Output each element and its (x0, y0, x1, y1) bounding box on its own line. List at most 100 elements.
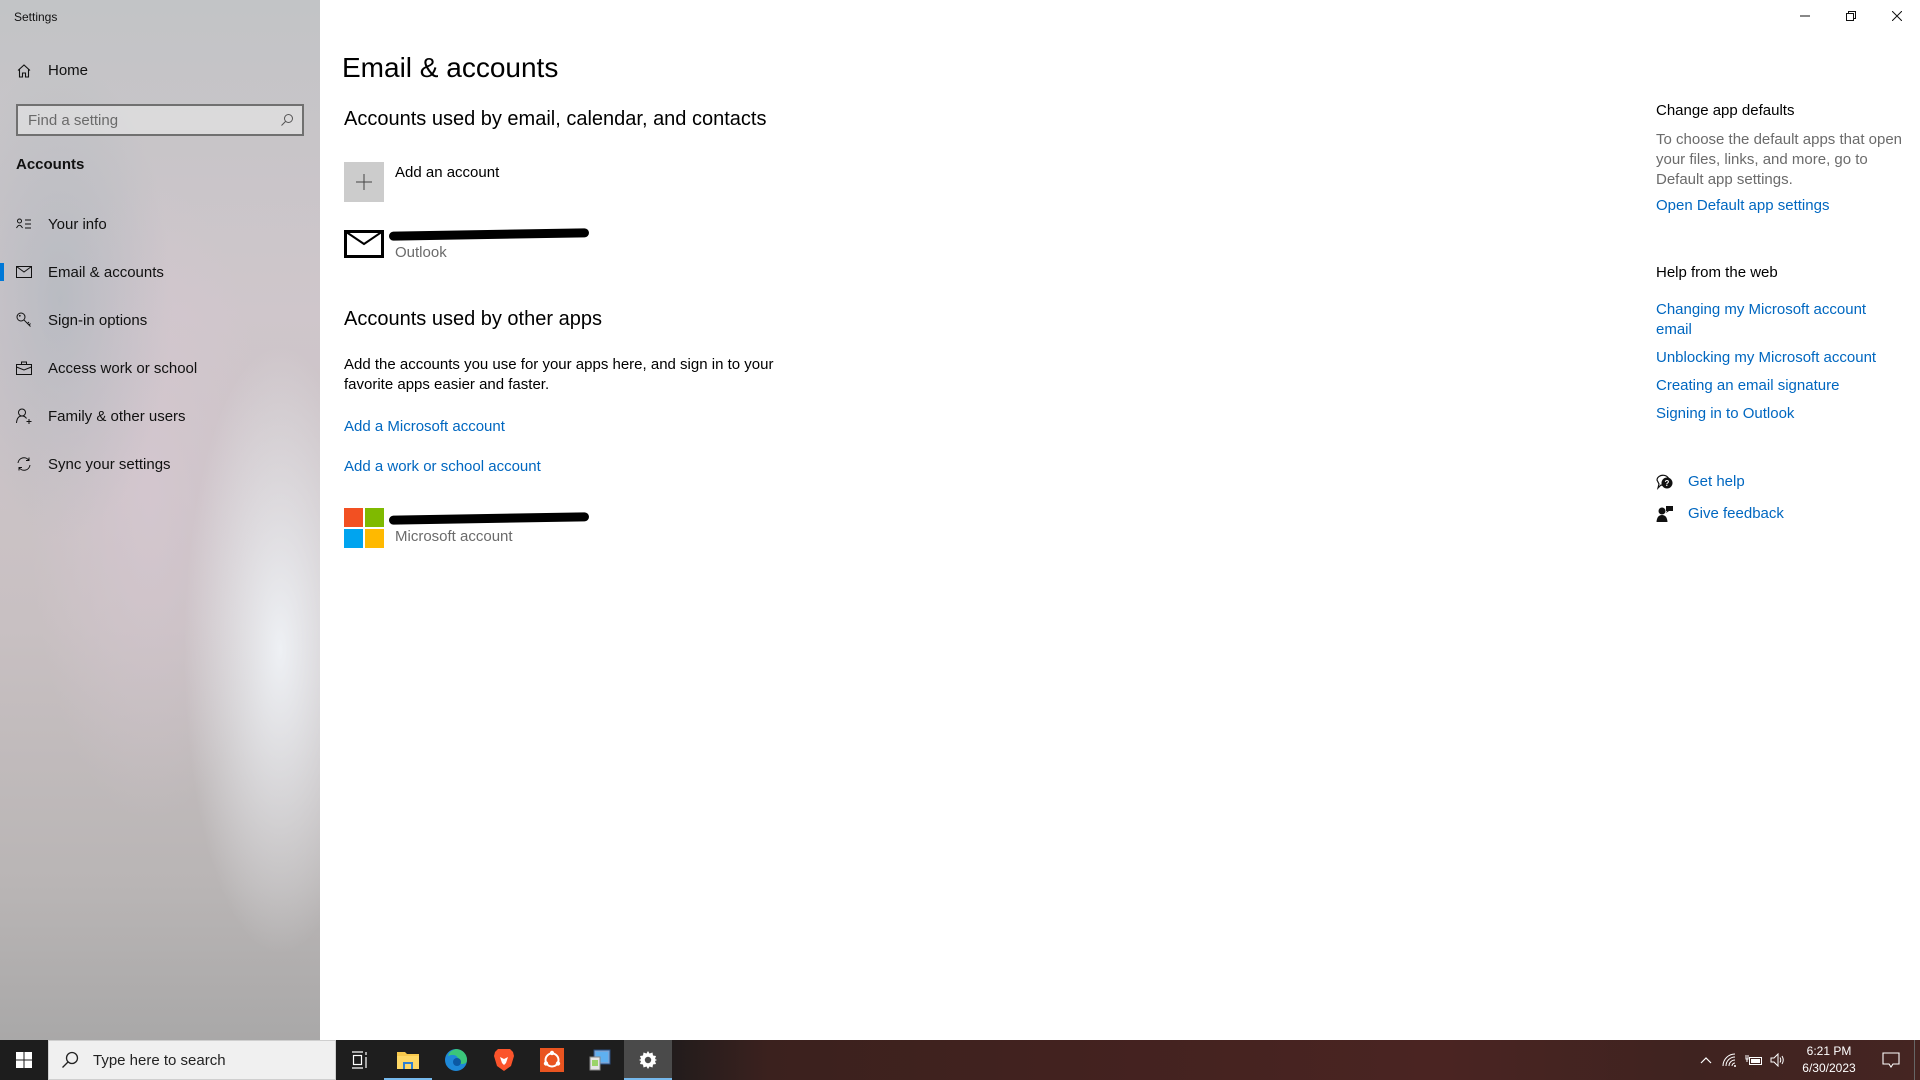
get-help-link[interactable]: Get help (1688, 472, 1920, 492)
get-help-icon: ? (1656, 473, 1674, 491)
add-account-button[interactable]: Add an account (344, 162, 499, 202)
other-apps-description: Add the accounts you use for your apps h… (344, 356, 774, 393)
account-type: Outlook (395, 244, 447, 261)
sidebar-item-family-other-users[interactable]: Family & other users (0, 392, 320, 440)
brave-button[interactable] (480, 1040, 528, 1080)
task-view-icon (352, 1051, 367, 1069)
mail-icon (344, 224, 384, 264)
sidebar-item-label: Your info (48, 215, 107, 233)
account-name-redacted (388, 224, 590, 244)
key-icon (16, 312, 32, 328)
taskbar: 6:21 PM 6/30/2023 (0, 1040, 1920, 1080)
control-panel-icon (589, 1049, 611, 1071)
sidebar-nav: Your info Email & accounts Sign-in optio… (0, 200, 320, 488)
action-center-button[interactable] (1868, 1040, 1914, 1080)
show-hidden-icons-button[interactable] (1694, 1040, 1718, 1080)
volume-button[interactable] (1766, 1040, 1790, 1080)
control-panel-button[interactable] (576, 1040, 624, 1080)
close-icon (1892, 11, 1902, 21)
minimize-button[interactable] (1782, 0, 1828, 32)
help-link-signing-in-outlook[interactable]: Signing in to Outlook (1656, 404, 1906, 424)
wifi-icon (1722, 1053, 1736, 1067)
windows-logo-icon (16, 1052, 32, 1068)
account-name-redacted (388, 508, 590, 528)
give-feedback-link[interactable]: Give feedback (1688, 504, 1920, 524)
restore-icon (1846, 11, 1856, 21)
home-button[interactable]: Home (16, 62, 88, 79)
svg-text:?: ? (1665, 479, 1670, 488)
sidebar-item-label: Sync your settings (48, 455, 171, 473)
window-controls (1782, 0, 1920, 32)
sidebar-item-label: Family & other users (48, 407, 186, 425)
battery-button[interactable] (1742, 1040, 1766, 1080)
taskbar-clock[interactable]: 6:21 PM 6/30/2023 (1790, 1043, 1868, 1077)
help-link-email-signature[interactable]: Creating an email signature (1656, 376, 1906, 396)
help-link-changing-email[interactable]: Changing my Microsoft account email (1656, 300, 1906, 340)
find-setting-search-box[interactable] (16, 104, 304, 136)
help-from-web-heading: Help from the web (1656, 264, 1778, 281)
restore-button[interactable] (1828, 0, 1874, 32)
contact-info-icon (16, 216, 32, 232)
edge-icon (445, 1049, 467, 1071)
taskbar-search-box[interactable] (48, 1040, 336, 1080)
file-explorer-button[interactable] (384, 1040, 432, 1080)
add-icon (344, 162, 384, 202)
change-app-defaults-description: To choose the default apps that open you… (1656, 131, 1903, 188)
task-view-button[interactable] (336, 1040, 384, 1080)
system-tray: 6:21 PM 6/30/2023 (1694, 1040, 1920, 1080)
sync-icon (16, 456, 32, 472)
ubuntu-icon (540, 1048, 564, 1072)
help-link-unblocking-account[interactable]: Unblocking my Microsoft account (1656, 348, 1906, 368)
feedback-icon (1656, 505, 1674, 523)
app-title: Settings (14, 10, 58, 24)
section-title-accounts: Accounts (16, 156, 85, 173)
start-button[interactable] (0, 1040, 48, 1080)
other-apps-heading: Accounts used by other apps (344, 308, 602, 330)
clock-time: 6:21 PM (1806, 1044, 1852, 1058)
get-help-button[interactable]: ? Get help (1656, 472, 1920, 492)
battery-charging-icon (1745, 1055, 1762, 1065)
find-setting-input[interactable] (28, 111, 280, 129)
redaction-mark (388, 228, 590, 241)
add-account-label: Add an account (395, 164, 500, 181)
redaction-mark (388, 512, 590, 525)
microsoft-account-item[interactable]: Microsoft account (344, 508, 590, 548)
sidebar-item-sync-settings[interactable]: Sync your settings (0, 440, 320, 488)
ubuntu-button[interactable] (528, 1040, 576, 1080)
add-work-school-account-link[interactable]: Add a work or school account (344, 458, 541, 475)
sidebar-item-access-work-school[interactable]: Access work or school (0, 344, 320, 392)
mail-icon (16, 264, 32, 280)
sidebar-item-your-info[interactable]: Your info (0, 200, 320, 248)
network-button[interactable] (1718, 1040, 1742, 1080)
add-person-icon (16, 408, 32, 424)
chevron-up-icon (1700, 1057, 1712, 1064)
minimize-icon (1800, 15, 1810, 17)
change-app-defaults-heading: Change app defaults (1656, 102, 1795, 119)
sidebar-item-email-accounts[interactable]: Email & accounts (0, 248, 320, 296)
sidebar-item-sign-in-options[interactable]: Sign-in options (0, 296, 320, 344)
search-icon[interactable] (280, 113, 294, 127)
notification-icon (1882, 1052, 1900, 1068)
sidebar-item-label: Sign-in options (48, 311, 148, 329)
gear-icon (639, 1051, 657, 1069)
file-explorer-icon (397, 1052, 419, 1069)
home-label: Home (48, 62, 89, 79)
search-icon (61, 1051, 79, 1069)
close-button[interactable] (1874, 0, 1920, 32)
home-icon (16, 63, 32, 79)
show-desktop-button[interactable] (1914, 1040, 1920, 1080)
give-feedback-button[interactable]: Give feedback (1656, 504, 1920, 524)
taskbar-search-input[interactable] (93, 1051, 313, 1069)
settings-button[interactable] (624, 1040, 672, 1080)
edge-button[interactable] (432, 1040, 480, 1080)
page-title: Email & accounts (342, 52, 559, 83)
email-accounts-heading: Accounts used by email, calendar, and co… (344, 108, 767, 130)
sidebar-item-label: Access work or school (48, 359, 198, 377)
sidebar: Settings Home Accounts Your info Email &… (0, 0, 320, 1040)
sidebar-item-label: Email & accounts (48, 263, 164, 281)
speaker-icon (1770, 1053, 1784, 1067)
email-account-outlook[interactable]: Outlook (344, 224, 590, 264)
brave-icon (494, 1049, 514, 1071)
add-microsoft-account-link[interactable]: Add a Microsoft account (344, 418, 505, 435)
open-default-app-settings-link[interactable]: Open Default app settings (1656, 196, 1906, 216)
